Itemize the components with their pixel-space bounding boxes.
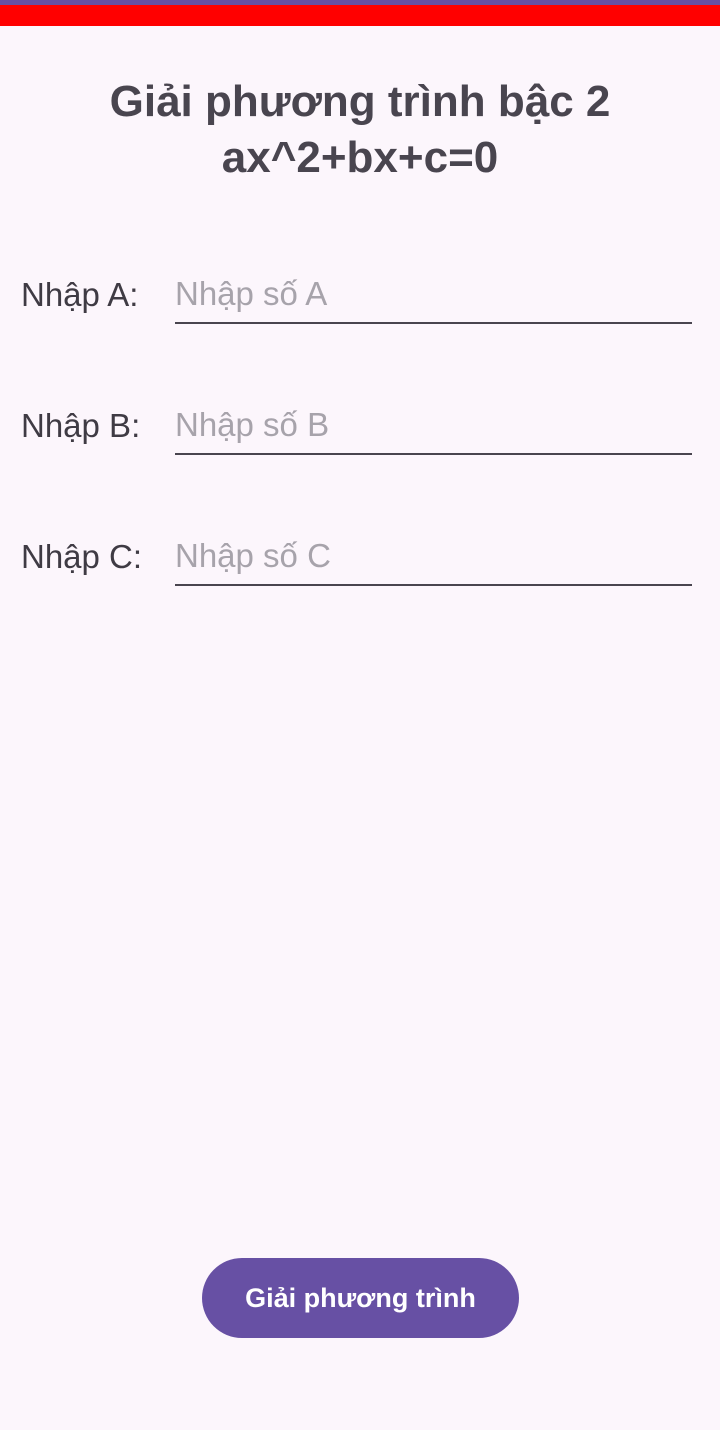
input-c[interactable] xyxy=(175,534,685,578)
field-b-container xyxy=(175,393,692,455)
label-a: Nhập A: xyxy=(21,276,139,313)
field-c-container xyxy=(175,524,692,586)
input-b[interactable] xyxy=(175,403,685,447)
app-screen: Giải phương trình bậc 2 ax^2+bx+c=0 Nhập… xyxy=(0,0,720,1430)
status-bar-accent xyxy=(0,0,720,5)
status-bar xyxy=(0,0,720,26)
input-a[interactable] xyxy=(175,272,685,316)
label-b: Nhập B: xyxy=(21,407,141,444)
input-row-b: Nhập B: xyxy=(0,393,720,463)
field-a-container xyxy=(175,262,692,324)
page-title: Giải phương trình bậc 2 ax^2+bx+c=0 xyxy=(0,74,720,186)
input-row-a: Nhập A: xyxy=(0,262,720,332)
input-row-c: Nhập C: xyxy=(0,524,720,594)
page-title-equation: ax^2+bx+c=0 xyxy=(221,133,499,182)
solve-button[interactable]: Giải phương trình xyxy=(202,1258,519,1338)
page-title-line1: Giải phương trình bậc 2 xyxy=(109,77,611,126)
label-c: Nhập C: xyxy=(21,538,143,575)
